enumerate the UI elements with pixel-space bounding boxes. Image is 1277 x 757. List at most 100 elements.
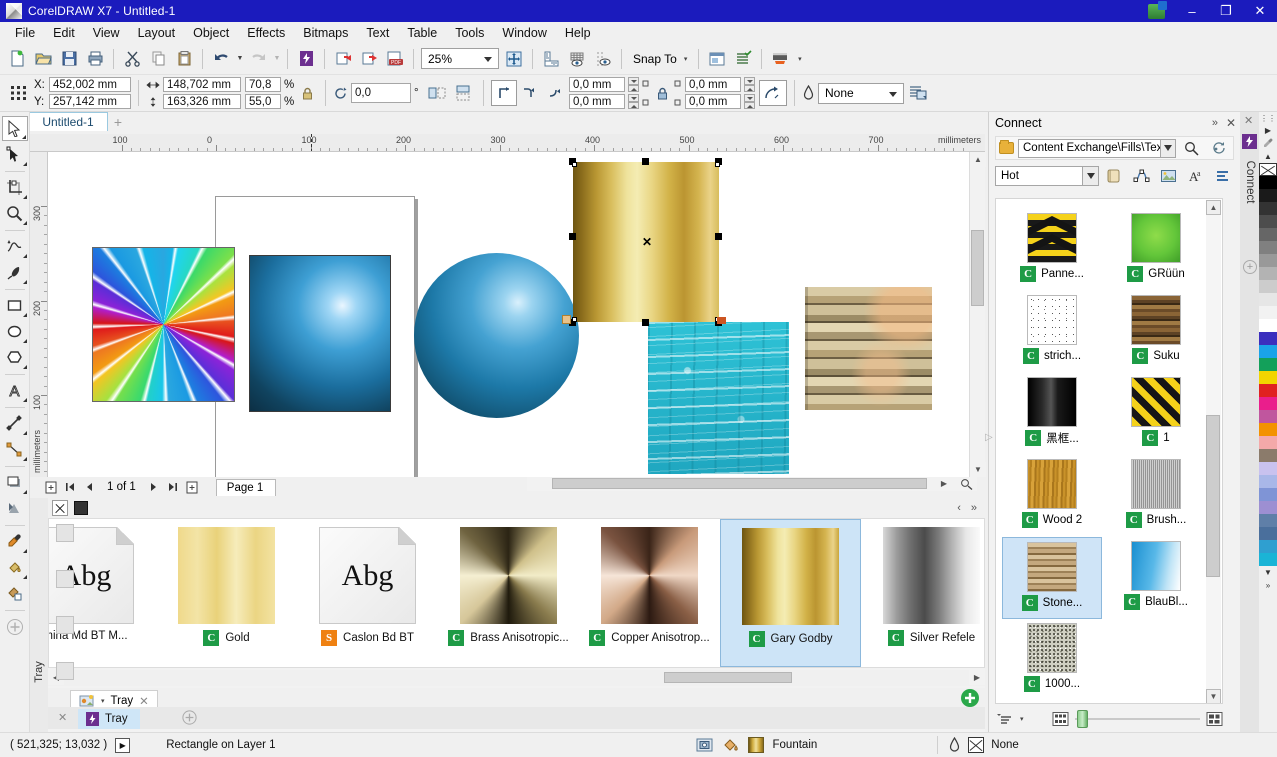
palette-swatch[interactable]	[1259, 345, 1277, 358]
cut-icon[interactable]	[119, 46, 145, 72]
paste-icon[interactable]	[171, 46, 197, 72]
launcher-dropdown-icon[interactable]: ▾	[793, 46, 805, 72]
tray-hscroll-thumb[interactable]	[664, 672, 792, 683]
small-thumbnails-icon[interactable]	[1052, 711, 1069, 727]
palette-drag-handle[interactable]: ⋮⋮	[1259, 112, 1277, 124]
expand-panel-icon[interactable]: ▷	[985, 432, 993, 443]
object-position-icon[interactable]	[4, 80, 34, 106]
corner-br-spinner[interactable]	[744, 94, 755, 109]
sort-icon[interactable]	[995, 712, 1013, 726]
rotation-field[interactable]: 0,0	[351, 83, 411, 103]
vscroll-thumb[interactable]	[971, 230, 984, 306]
palette-swatch[interactable]	[1259, 241, 1277, 254]
add-tool-button[interactable]	[2, 614, 28, 639]
fill-icon[interactable]	[722, 737, 739, 753]
canvas-vertical-scrollbar[interactable]: ▲ ▼	[969, 152, 986, 477]
water-texture-rectangle[interactable]	[648, 322, 789, 474]
width-field[interactable]: 148,702 mm	[163, 77, 241, 92]
menu-layout[interactable]: Layout	[129, 24, 185, 42]
palette-swatch-list[interactable]	[1259, 176, 1277, 566]
node-top-right[interactable]	[715, 162, 720, 167]
corner-tl-field[interactable]: 0,0 mm	[569, 77, 625, 92]
search-icon[interactable]	[1180, 138, 1203, 159]
y-field[interactable]: 257,142 mm	[49, 94, 131, 109]
docker-vertical-tab-label[interactable]: Connect	[1244, 156, 1256, 208]
tray-mini-button-1[interactable]	[56, 524, 74, 542]
palette-swatch[interactable]	[1259, 176, 1277, 189]
palette-swatch[interactable]	[1259, 215, 1277, 228]
add-page-start-icon[interactable]	[44, 480, 58, 494]
docker-content-grid[interactable]: C ... C C Panne... C GRüün	[995, 198, 1223, 704]
document-properties-icon[interactable]	[730, 46, 756, 72]
scroll-down-icon[interactable]: ▼	[1206, 689, 1221, 703]
scroll-up-icon[interactable]: ▲	[1206, 200, 1221, 215]
copy-icon[interactable]	[145, 46, 171, 72]
crop-tool[interactable]	[2, 175, 28, 200]
add-document-tab-button[interactable]: +	[110, 114, 126, 130]
corel-connect-icon[interactable]	[293, 46, 319, 72]
tray-prev-icon[interactable]: ‹	[957, 502, 961, 514]
content-path-combo[interactable]: Content Exchange\Fills\Textur	[1018, 138, 1176, 158]
color-proof-icon[interactable]	[696, 737, 713, 753]
docker-item[interactable]: C 1000...	[1002, 619, 1102, 701]
corner-tr-field[interactable]: 0,0 mm	[685, 77, 741, 92]
palette-expand-icon[interactable]: »	[1259, 579, 1277, 592]
drawing-canvas[interactable]: ✕	[48, 152, 977, 477]
parallel-dimension-tool[interactable]	[2, 411, 28, 436]
menu-edit[interactable]: Edit	[44, 24, 84, 42]
docker-item[interactable]: C BlauBl...	[1106, 537, 1206, 619]
add-docker-icon[interactable]: +	[1243, 260, 1257, 274]
blue-sphere[interactable]	[414, 253, 579, 418]
page-tab-page-1[interactable]: Page 1	[215, 478, 277, 496]
conical-rainbow-rectangle[interactable]	[92, 247, 235, 402]
list-item[interactable]: C Brass Anisotropic...	[438, 519, 579, 667]
relative-corner-scaling-icon[interactable]	[759, 80, 787, 106]
publish-to-pdf-icon[interactable]: PDF	[382, 46, 408, 72]
menu-object[interactable]: Object	[184, 24, 238, 42]
handle-middle-left[interactable]	[569, 233, 576, 240]
brick-texture-rectangle[interactable]	[805, 287, 932, 410]
scale-width-field[interactable]: 70,8	[245, 77, 281, 92]
fill-color-swatch[interactable]	[747, 737, 764, 753]
chevron-down-icon[interactable]	[1082, 167, 1098, 185]
scalloped-corner-icon[interactable]	[517, 80, 543, 106]
menu-window[interactable]: Window	[493, 24, 555, 42]
scroll-down-icon[interactable]: ▼	[970, 462, 986, 477]
palette-swatch[interactable]	[1259, 423, 1277, 436]
scroll-right-icon[interactable]: ▶	[969, 670, 985, 685]
rulers-icon[interactable]	[538, 46, 564, 72]
node-bottom-left[interactable]	[572, 317, 577, 322]
palette-swatch[interactable]	[1259, 332, 1277, 345]
no-fill-swatch[interactable]	[1259, 163, 1277, 176]
close-icon[interactable]: ✕	[58, 711, 67, 724]
radial-blue-rectangle[interactable]	[249, 255, 391, 412]
print-icon[interactable]	[82, 46, 108, 72]
ellipse-tool[interactable]	[2, 319, 28, 344]
rounded-corner-icon[interactable]	[543, 80, 569, 106]
mirror-vertical-icon[interactable]	[450, 80, 476, 106]
height-field[interactable]: 163,326 mm	[163, 94, 241, 109]
expand-status-icon[interactable]: ▶	[115, 737, 131, 753]
square-corner-icon[interactable]	[491, 80, 517, 106]
redo-icon[interactable]	[245, 46, 271, 72]
docker-item[interactable]: C GRüün	[1106, 209, 1206, 291]
artistic-media-tool[interactable]	[2, 260, 28, 285]
drop-shadow-tool[interactable]	[2, 470, 28, 495]
undo-dropdown-icon[interactable]: ▼	[234, 46, 245, 72]
filter-list-icon[interactable]	[1211, 166, 1234, 187]
palette-scroll-up-icon[interactable]: ▶	[1259, 124, 1277, 137]
palette-swatch[interactable]	[1259, 488, 1277, 501]
handle-bottom-center[interactable]	[642, 319, 649, 326]
palette-dropper-icon[interactable]	[1259, 137, 1277, 150]
vertical-ruler[interactable]: 300 200 100 millimeters	[30, 152, 48, 477]
import-icon[interactable]	[330, 46, 356, 72]
docker-vertical-scrollbar[interactable]: ▲ ▼	[1206, 200, 1221, 703]
fill-start-node[interactable]	[562, 315, 571, 324]
straight-line-connector-tool[interactable]	[2, 437, 28, 462]
polygon-tool[interactable]	[2, 345, 28, 370]
zoom-tool[interactable]	[2, 201, 28, 226]
palette-swatch[interactable]	[1259, 436, 1277, 449]
tray-thumbnail-icon[interactable]	[74, 501, 88, 515]
palette-swatch[interactable]	[1259, 371, 1277, 384]
canvas-horizontal-scrollbar[interactable]: ▶	[527, 477, 977, 491]
